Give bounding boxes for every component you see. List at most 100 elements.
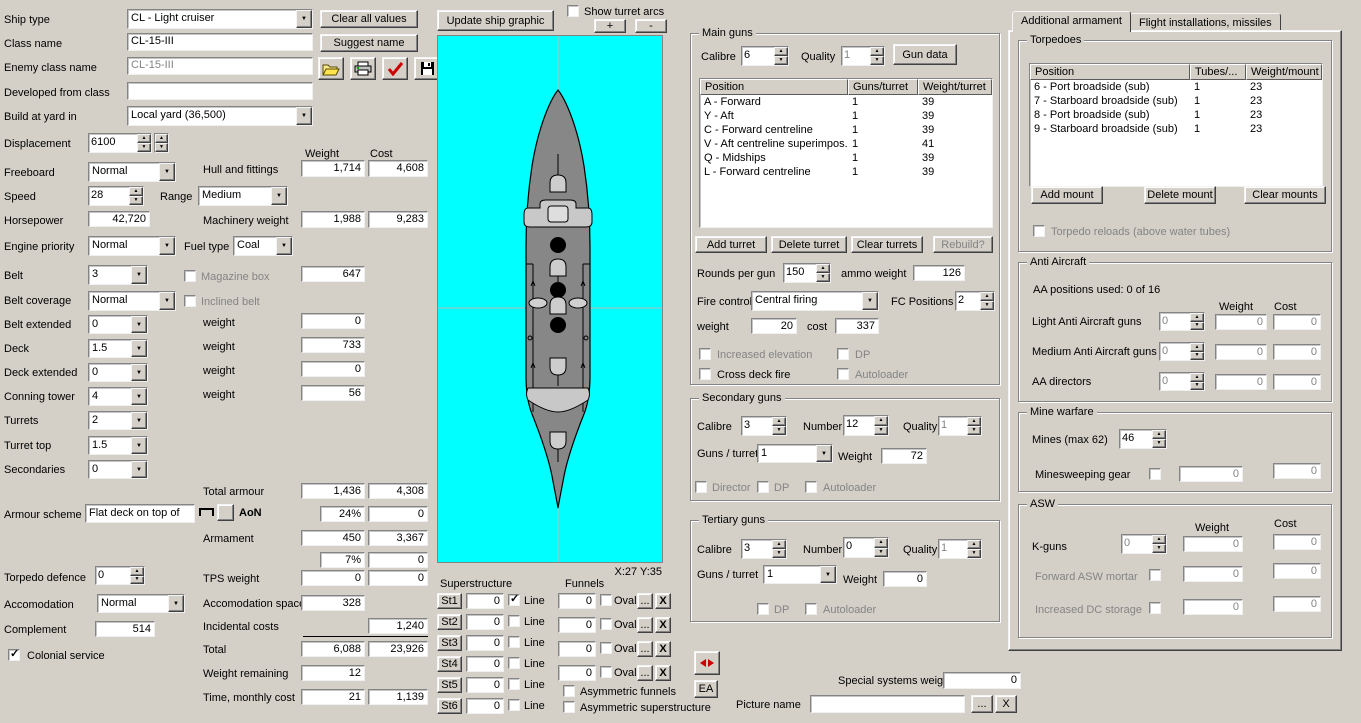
show-turret-arcs-checkbox[interactable] xyxy=(567,5,579,17)
tp-col-position[interactable]: Position xyxy=(1030,64,1190,80)
chevron-down-icon[interactable]: ▼ xyxy=(820,566,836,583)
clear-mounts-button[interactable]: Clear mounts xyxy=(1244,186,1326,204)
chevron-down-icon[interactable]: ▼ xyxy=(296,10,312,28)
tg-quality-spinner[interactable]: 1▲▼ xyxy=(938,539,982,559)
mines-spinner[interactable]: 46▲▼ xyxy=(1119,429,1167,449)
funnel2-delete-button[interactable]: X xyxy=(655,617,671,633)
suggest-name-button[interactable]: Suggest name xyxy=(320,34,418,52)
chevron-down-icon[interactable]: ▼ xyxy=(131,412,147,429)
st6-field[interactable]: 0 xyxy=(466,698,504,714)
validate-button[interactable] xyxy=(382,57,408,80)
spin-down-icon[interactable]: ▼ xyxy=(1152,439,1166,448)
chevron-down-icon[interactable]: ▼ xyxy=(131,388,147,405)
chevron-down-icon[interactable]: ▼ xyxy=(131,266,147,284)
medium-aa-spinner[interactable]: 0▲▼ xyxy=(1159,342,1205,361)
clear-turrets-button[interactable]: Clear turrets xyxy=(851,236,923,253)
st1-field[interactable]: 0 xyxy=(466,593,504,609)
st2-line-checkbox[interactable] xyxy=(508,615,520,627)
spin-down-icon[interactable]: ▼ xyxy=(137,143,151,152)
st4-line-checkbox[interactable] xyxy=(508,657,520,669)
spin-down-icon[interactable]: ▼ xyxy=(129,196,143,205)
spin-down-icon[interactable]: ▼ xyxy=(980,301,994,310)
picture-clear-button[interactable]: X xyxy=(995,695,1017,713)
spin-down-icon[interactable]: ▼ xyxy=(874,548,888,558)
spin-down-icon[interactable]: ▼ xyxy=(1190,352,1204,361)
light-aa-spinner[interactable]: 0▲▼ xyxy=(1159,312,1205,331)
enemy-class-input[interactable]: CL-15-III xyxy=(127,57,313,75)
spin-up-icon[interactable]: ▲ xyxy=(874,416,888,426)
armour-scheme-picker-button[interactable] xyxy=(217,504,234,521)
kguns-spinner[interactable]: 0▲▼ xyxy=(1121,534,1167,554)
st5-button[interactable]: St5 xyxy=(437,677,462,693)
spin-down-icon[interactable]: ▼ xyxy=(967,549,981,558)
st6-button[interactable]: St6 xyxy=(437,698,462,714)
chevron-down-icon[interactable]: ▼ xyxy=(816,445,832,462)
spin-down-icon[interactable]: ▼ xyxy=(1190,382,1204,391)
funnel4-oval-checkbox[interactable] xyxy=(600,666,612,678)
ship-graphic-canvas[interactable] xyxy=(437,35,663,563)
add-turret-button[interactable]: Add turret xyxy=(695,236,767,253)
magazine-box-checkbox[interactable] xyxy=(184,270,196,282)
range-select[interactable]: Medium▼ xyxy=(198,186,288,206)
belt-extended-select[interactable]: 0▼ xyxy=(88,315,148,334)
st2-button[interactable]: St2 xyxy=(437,614,462,630)
spin-down-icon[interactable]: ▼ xyxy=(155,143,168,152)
tp-col-weight[interactable]: Weight/mount xyxy=(1246,64,1322,80)
chevron-down-icon[interactable]: ▼ xyxy=(159,237,175,255)
picture-browse-button[interactable]: ... xyxy=(971,695,993,713)
tg-number-spinner[interactable]: 0▲▼ xyxy=(843,537,889,558)
open-file-button[interactable] xyxy=(318,57,344,80)
cycle-picture-button[interactable] xyxy=(694,651,720,675)
spin-up-icon[interactable]: ▲ xyxy=(980,292,994,301)
mg-quality-spinner[interactable]: 1▲▼ xyxy=(841,46,885,66)
funnel4-field[interactable]: 0 xyxy=(558,665,596,681)
displacement-spinner[interactable]: 6100▲▼ xyxy=(88,133,152,153)
speed-spinner[interactable]: 28▲▼ xyxy=(88,186,144,206)
spin-up-icon[interactable]: ▲ xyxy=(774,47,788,56)
spin-up-icon[interactable]: ▲ xyxy=(155,134,168,143)
spin-up-icon[interactable]: ▲ xyxy=(870,47,884,56)
spin-up-icon[interactable]: ▲ xyxy=(1190,313,1204,322)
spin-up-icon[interactable]: ▲ xyxy=(772,417,786,426)
rounds-spinner[interactable]: 150▲▼ xyxy=(783,263,831,283)
table-row[interactable]: C - Forward centreline139 xyxy=(700,123,992,137)
spin-down-icon[interactable]: ▼ xyxy=(772,426,786,435)
table-row[interactable]: Y - Aft139 xyxy=(700,109,992,123)
st6-line-checkbox[interactable] xyxy=(508,699,520,711)
table-row[interactable]: 9 - Starboard broadside (sub)123 xyxy=(1030,122,1322,136)
delete-mount-button[interactable]: Delete mount xyxy=(1144,186,1216,204)
armour-scheme-select[interactable]: Flat deck on top of xyxy=(85,504,195,523)
mg-col-position[interactable]: Position xyxy=(700,79,848,95)
table-row[interactable]: V - Aft centreline superimpos...141 xyxy=(700,137,992,151)
st1-button[interactable]: St1 xyxy=(437,593,462,609)
gun-data-button[interactable]: Gun data xyxy=(893,44,957,65)
fire-control-select[interactable]: Central firing▼ xyxy=(751,291,879,311)
chevron-down-icon[interactable]: ▼ xyxy=(131,340,147,357)
spin-up-icon[interactable]: ▲ xyxy=(129,187,143,196)
chevron-down-icon[interactable]: ▼ xyxy=(168,595,184,612)
tg-guns-turret-select[interactable]: 1▼ xyxy=(763,565,837,584)
print-button[interactable] xyxy=(350,57,376,80)
aa-directors-spinner[interactable]: 0▲▼ xyxy=(1159,372,1205,391)
funnel3-field[interactable]: 0 xyxy=(558,641,596,657)
ship-type-select[interactable]: CL - Light cruiser▼ xyxy=(127,9,313,29)
st3-button[interactable]: St3 xyxy=(437,635,462,651)
zoom-out-button[interactable]: - xyxy=(635,19,667,33)
turret-top-select[interactable]: 1.5▼ xyxy=(88,436,148,455)
funnel4-delete-button[interactable]: X xyxy=(655,665,671,681)
mg-col-guns[interactable]: Guns/turret xyxy=(848,79,918,95)
asymmetric-funnels-checkbox[interactable] xyxy=(563,685,575,697)
tab-flight-installations[interactable]: Flight installations, missiles xyxy=(1130,13,1281,31)
spin-down-icon[interactable]: ▼ xyxy=(874,426,888,436)
chevron-down-icon[interactable]: ▼ xyxy=(276,237,292,255)
delete-turret-button[interactable]: Delete turret xyxy=(771,236,847,253)
spin-up-icon[interactable]: ▲ xyxy=(130,567,144,576)
table-row[interactable]: 8 - Port broadside (sub)123 xyxy=(1030,108,1322,122)
class-name-input[interactable]: CL-15-III xyxy=(127,33,313,51)
fuel-type-select[interactable]: Coal▼ xyxy=(233,236,293,256)
spin-down-icon[interactable]: ▼ xyxy=(1152,544,1166,553)
funnel3-delete-button[interactable]: X xyxy=(655,641,671,657)
sg-quality-spinner[interactable]: 1▲▼ xyxy=(938,416,982,436)
chevron-down-icon[interactable]: ▼ xyxy=(131,364,147,381)
table-row[interactable]: A - Forward139 xyxy=(700,95,992,109)
